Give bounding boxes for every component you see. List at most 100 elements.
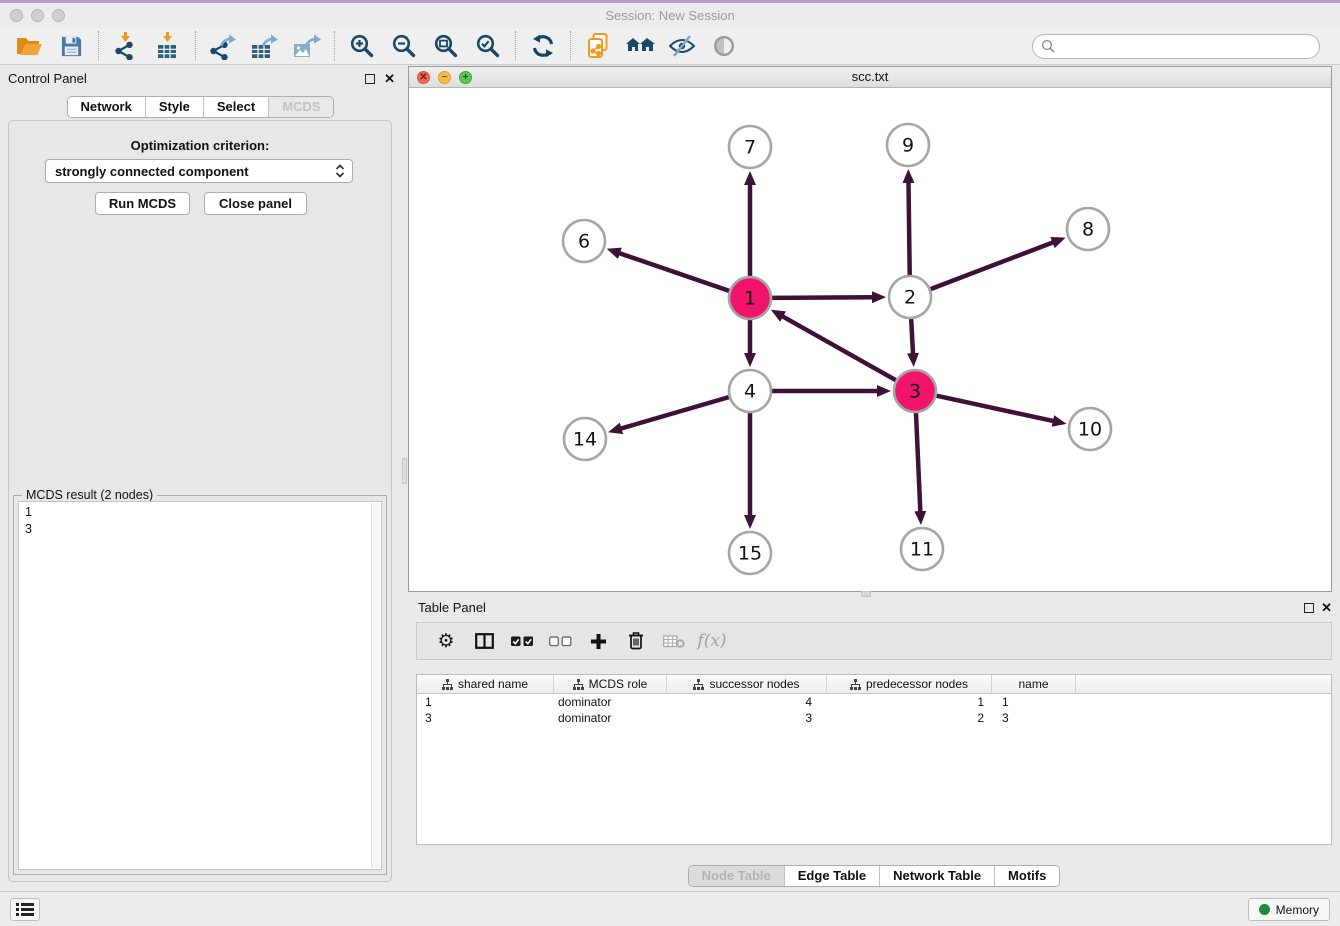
column-header-shared-name[interactable]: shared name (417, 675, 554, 693)
memory-button[interactable]: Memory (1248, 898, 1330, 921)
duplicate-network-button[interactable] (577, 29, 619, 63)
graph-edge-1-2[interactable] (772, 297, 874, 298)
graph-node-11[interactable]: 11 (901, 528, 943, 570)
minimize-window-button[interactable] (31, 9, 44, 22)
zoom-in-button[interactable] (341, 29, 383, 63)
bird-view-button[interactable] (703, 29, 745, 63)
graph-node-6[interactable]: 6 (563, 220, 605, 262)
graph-node-4[interactable]: 4 (729, 370, 771, 412)
network-minimize-button[interactable]: − (438, 71, 451, 84)
zoom-fit-button[interactable] (425, 29, 467, 63)
open-session-button[interactable] (8, 29, 50, 63)
table-row[interactable]: 3dominator323 (417, 710, 1331, 726)
cell-predecessor-nodes[interactable]: 2 (827, 711, 992, 725)
cell-name[interactable]: 3 (992, 711, 1076, 725)
export-image-button[interactable] (286, 29, 328, 63)
save-session-button[interactable] (50, 29, 92, 63)
close-window-button[interactable] (10, 9, 23, 22)
cell-mcds-role[interactable]: dominator (554, 711, 667, 725)
export-network-button[interactable] (202, 29, 244, 63)
search-box[interactable] (1032, 34, 1320, 59)
tab-style[interactable]: Style (146, 97, 204, 117)
zoom-selected-button[interactable] (467, 29, 509, 63)
network-maximize-button[interactable]: + (459, 71, 472, 84)
tab-select[interactable]: Select (204, 97, 269, 117)
graph-svg: 7 9 6 8 1 2 4 3 14 10 15 11 (409, 88, 1331, 591)
import-network-button[interactable] (105, 29, 147, 63)
network-close-button[interactable]: ✕ (417, 71, 430, 84)
close-panel-icon[interactable]: ✕ (384, 74, 395, 84)
network-window-title: scc.txt (409, 67, 1331, 87)
vertical-splitter[interactable] (401, 66, 408, 888)
result-item[interactable]: 1 (19, 502, 381, 521)
result-scrollbar[interactable] (371, 503, 380, 868)
duplicate-network-icon (586, 33, 610, 59)
show-hide-graphics-button[interactable] (661, 29, 703, 63)
result-item[interactable]: 3 (19, 521, 381, 538)
graph-node-3[interactable]: 3 (894, 370, 936, 412)
add-column-button[interactable] (579, 626, 617, 656)
cell-name[interactable]: 1 (992, 695, 1076, 709)
graph-node-10[interactable]: 10 (1069, 408, 1111, 450)
tab-network-table[interactable]: Network Table (880, 866, 995, 886)
show-column-button[interactable] (465, 626, 503, 656)
import-table-button[interactable] (147, 29, 189, 63)
node-table[interactable]: shared nameMCDS rolesuccessor nodesprede… (416, 674, 1332, 845)
graph-node-1[interactable]: 1 (729, 277, 771, 319)
cell-shared-name[interactable]: 3 (417, 711, 554, 725)
cell-successor-nodes[interactable]: 4 (667, 695, 827, 709)
zoom-out-button[interactable] (383, 29, 425, 63)
task-history-button[interactable] (10, 898, 40, 921)
graph-edge-2-9[interactable] (908, 181, 909, 275)
tab-node-table[interactable]: Node Table (689, 866, 785, 886)
column-header-successor-nodes[interactable]: successor nodes (667, 675, 827, 693)
delete-column-button[interactable] (617, 626, 655, 656)
graph-edge-2-3[interactable] (911, 319, 913, 355)
column-header-name[interactable]: name (992, 675, 1076, 693)
refresh-network-button[interactable] (522, 29, 564, 63)
column-header-predecessor-nodes[interactable]: predecessor nodes (827, 675, 992, 693)
graph-edge-3-1[interactable] (781, 316, 895, 381)
cell-successor-nodes[interactable]: 3 (667, 711, 827, 725)
run-mcds-button[interactable]: Run MCDS (95, 192, 190, 215)
zoom-window-button[interactable] (52, 9, 65, 22)
graph-node-2[interactable]: 2 (889, 276, 931, 318)
tab-edge-table[interactable]: Edge Table (785, 866, 880, 886)
close-table-panel-icon[interactable]: ✕ (1321, 603, 1332, 613)
cell-shared-name[interactable]: 1 (417, 695, 554, 709)
graph-edge-3-10[interactable] (936, 396, 1054, 422)
float-panel-button[interactable] (365, 74, 375, 84)
graph-node-9[interactable]: 9 (887, 124, 929, 166)
graph-node-15[interactable]: 15 (729, 532, 771, 574)
graph-edge-1-6[interactable] (618, 253, 729, 291)
titlebar: Session: New Session (0, 3, 1340, 28)
cell-predecessor-nodes[interactable]: 1 (827, 695, 992, 709)
control-panel-title: Control Panel (8, 66, 87, 92)
network-window-titlebar[interactable]: ✕ − + scc.txt (409, 67, 1331, 88)
mcds-result-list[interactable]: 13 (18, 501, 382, 870)
criterion-select[interactable]: strongly connected component (45, 159, 353, 183)
tab-motifs[interactable]: Motifs (995, 866, 1059, 886)
export-table-button[interactable] (244, 29, 286, 63)
column-header-mcds-role[interactable]: MCDS role (554, 675, 667, 693)
graph-edge-4-14[interactable] (620, 397, 729, 429)
deselect-all-checks-button[interactable] (541, 626, 579, 656)
cell-mcds-role[interactable]: dominator (554, 695, 667, 709)
splitter-handle[interactable] (402, 458, 407, 484)
table-toolbar: ⚙f(x) (416, 622, 1332, 660)
search-input[interactable] (1060, 39, 1311, 54)
graph-node-7[interactable]: 7 (729, 126, 771, 168)
graph-node-8[interactable]: 8 (1067, 208, 1109, 250)
first-neighbors-button[interactable] (619, 29, 661, 63)
graph-edge-3-11[interactable] (916, 413, 920, 513)
table-settings-button[interactable]: ⚙ (427, 626, 465, 656)
float-table-panel-button[interactable] (1304, 603, 1314, 613)
select-all-checks-button[interactable] (503, 626, 541, 656)
graph-edge-2-8[interactable] (931, 242, 1055, 289)
tab-network[interactable]: Network (68, 97, 146, 117)
tab-mcds[interactable]: MCDS (269, 97, 333, 117)
close-panel-button[interactable]: Close panel (204, 192, 307, 215)
table-row[interactable]: 1dominator411 (417, 694, 1331, 710)
graph-node-14[interactable]: 14 (564, 418, 606, 460)
network-canvas[interactable]: 7 9 6 8 1 2 4 3 14 10 15 11 (409, 88, 1331, 591)
